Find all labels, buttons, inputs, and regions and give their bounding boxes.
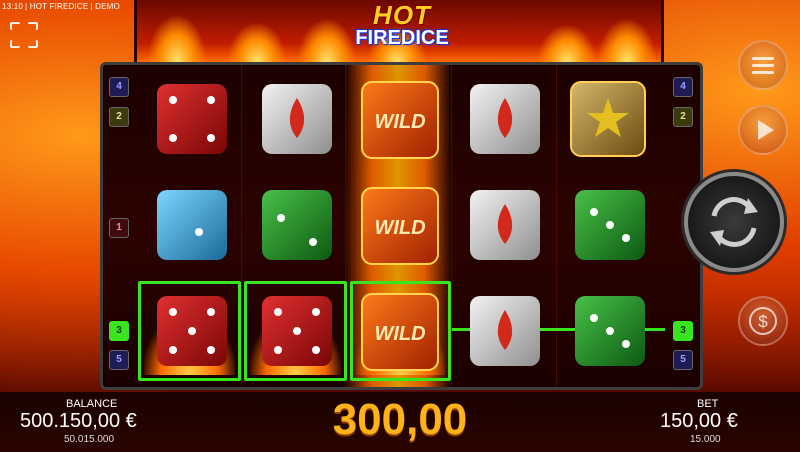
reel-divider (556, 65, 557, 387)
balance-credits: 50.015.000 (64, 434, 115, 445)
fullscreen-icon[interactable] (10, 22, 38, 48)
reel-divider (241, 65, 242, 387)
line-marker-left-2: 2 (109, 107, 129, 127)
hamburger-icon (752, 57, 774, 74)
line-marker-left-5: 5 (109, 350, 129, 370)
line-marker-right-4: 4 (673, 77, 693, 97)
refresh-icon (710, 197, 758, 247)
balance-value: 500.150,00 € (20, 410, 137, 432)
winning-payline (452, 328, 665, 331)
line-marker-right-3: 3 (673, 321, 693, 341)
line-marker-left-1: 1 (109, 218, 129, 238)
line-marker-right-5: 5 (673, 350, 693, 370)
mode-label: DEMO (95, 2, 120, 11)
game-name: HOT FIREDICE (29, 2, 89, 11)
line-marker-right-2: 2 (673, 107, 693, 127)
status-strip: 13:10 | HOT FIREDICE | DEMO (2, 2, 120, 11)
svg-text:$: $ (758, 312, 768, 331)
line-marker-left-3: 3 (109, 321, 129, 341)
win-frame (138, 281, 241, 381)
win-frame (350, 281, 451, 381)
play-icon (758, 120, 774, 140)
menu-button[interactable] (738, 40, 788, 90)
bet-label: BET (697, 398, 719, 410)
game-header: HOT FIREDICE (134, 0, 664, 62)
balance-label: BALANCE (66, 398, 118, 410)
win-amount: 300,00 (332, 395, 468, 444)
bet-value[interactable]: 150,00 € (660, 410, 738, 433)
spin-button[interactable] (684, 172, 784, 272)
reel-divider (451, 65, 452, 387)
clock: 13:10 (2, 2, 24, 11)
win-frame (244, 281, 347, 381)
dollar-icon: $ (749, 307, 777, 335)
bet-settings-button[interactable]: $ (738, 296, 788, 346)
bet-credits: 15.000 (690, 434, 721, 445)
autoplay-button[interactable] (738, 105, 788, 155)
game-logo: HOT FIREDICE (355, 0, 449, 49)
line-marker-left-4: 4 (109, 77, 129, 97)
